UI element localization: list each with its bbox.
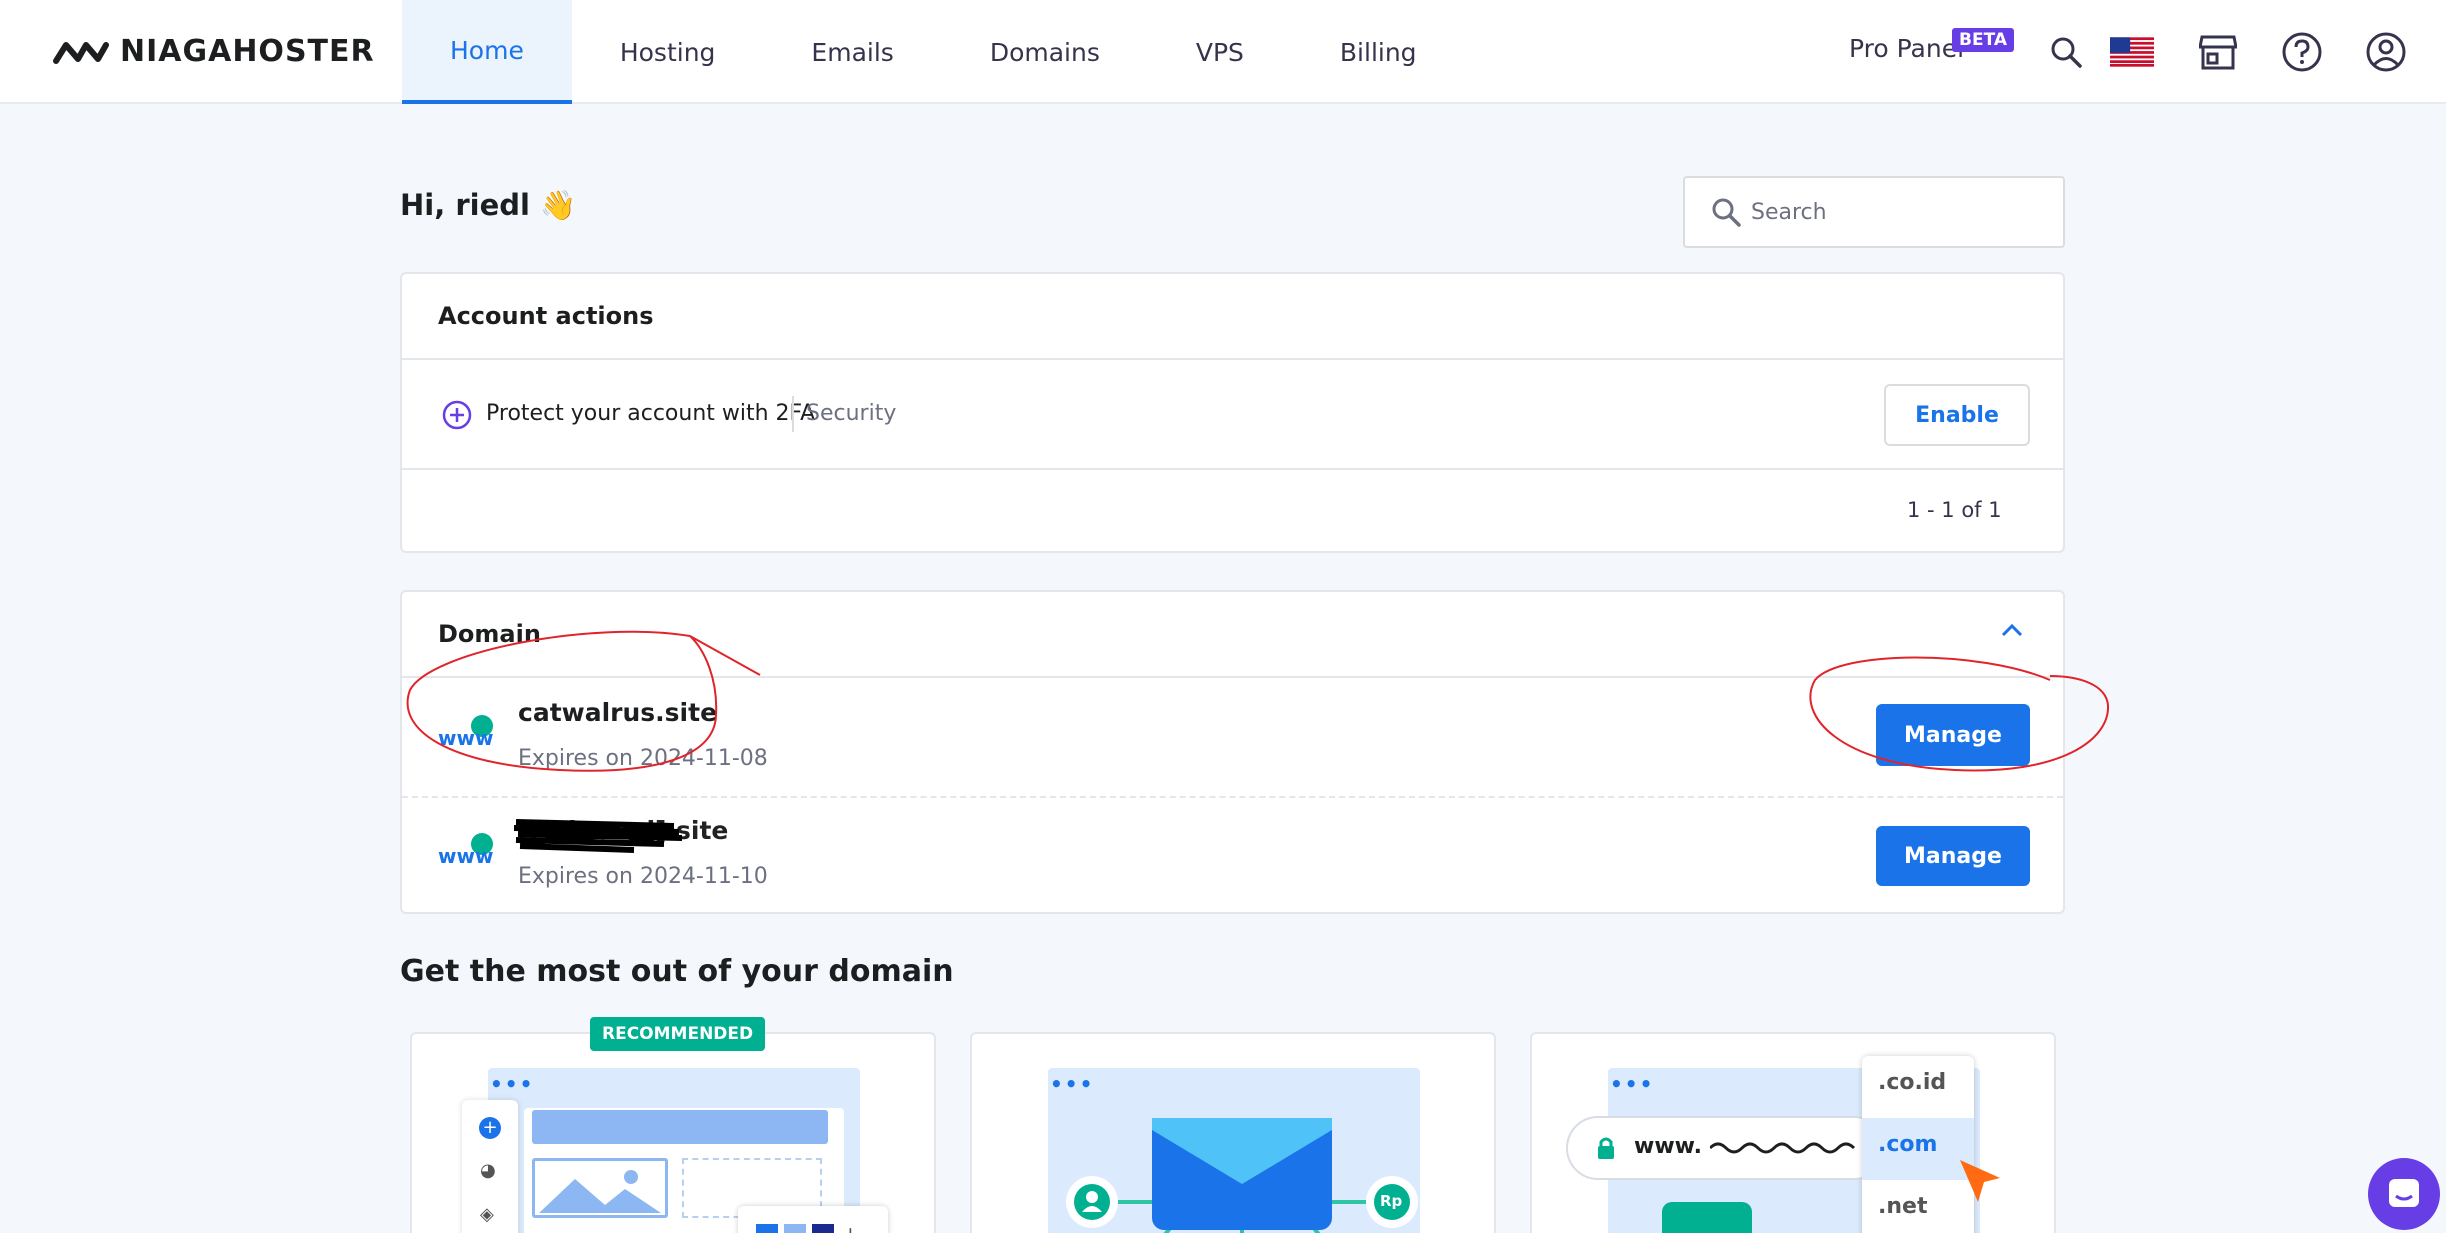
security-tag: Security [806,401,897,426]
tld-dropdown: .co.id .com .net [1862,1056,1974,1233]
tld-option: .co.id [1878,1070,1947,1095]
domain-card: Domain www catwalrus.site Expires on 202… [400,590,2065,914]
www-icon: www [438,830,496,874]
www-icon: www [438,712,496,756]
main-nav: Home Hosting Emails Domains VPS Billing [402,0,1465,104]
divider [402,676,2063,678]
image-icon [532,1158,668,1218]
rp-label: Rp [1380,1192,1403,1210]
svg-text:www: www [438,844,493,868]
search-icon[interactable] [2044,30,2088,74]
chat-button[interactable] [2368,1158,2440,1230]
add-circle-icon [442,400,472,430]
search-placeholder: Search [1751,199,1827,225]
manage-button[interactable]: Manage [1876,826,2030,886]
logo-text: NIAGAHOSTER [120,34,375,69]
color-picker: + [738,1206,888,1233]
chevron-up-icon[interactable] [2000,622,2024,638]
cursor-pointer-icon [1960,1160,2000,1202]
manage-button[interactable]: Manage [1876,704,2030,766]
www-text: www. [1634,1134,1702,1159]
promo-card-tld[interactable]: ••• www. .co.id .com .net [1530,1032,2056,1233]
svg-text:www: www [438,726,493,750]
tld-option: .net [1878,1194,1928,1219]
search-icon [1712,198,1741,227]
twofa-text: Protect your account with 2FA [486,401,816,426]
chat-icon [2389,1179,2419,1207]
help-icon[interactable] [2280,30,2324,74]
shield-icon [1662,1202,1752,1233]
promo-card-email[interactable]: ••• Rp [970,1032,1496,1233]
logo[interactable]: NIAGAHOSTER [52,34,375,69]
nav-domains[interactable]: Domains [942,0,1148,104]
redaction-scribble [514,819,683,853]
email-network-icon [1066,1118,1418,1233]
row-divider [402,796,2063,798]
enable-button[interactable]: Enable [1884,384,2030,446]
divider [402,468,2063,470]
nav-emails[interactable]: Emails [763,0,941,104]
domain-title: Domain [438,620,541,648]
palette-icon: ◕ [480,1160,496,1181]
top-header: NIAGAHOSTER Home Hosting Emails Domains … [0,0,2446,104]
section-title: Get the most out of your domain [400,954,954,989]
tld-option-selected: .com [1878,1132,1938,1157]
add-swatch-icon: + [842,1222,859,1233]
beta-badge: BETA [1952,28,2015,52]
pagination-text: 1 - 1 of 1 [1907,498,2002,522]
logo-icon [53,41,109,64]
search-input[interactable]: Search [1683,176,2065,248]
promo-card-website[interactable]: ••• + ◕ ◈ + [410,1032,936,1233]
swatch [812,1224,834,1233]
dots-icon: ••• [490,1072,535,1096]
domain-expiry: Expires on 2024-11-10 [518,864,768,889]
squiggle [1710,1142,1856,1154]
pro-panel-link[interactable]: Pro Panel [1849,34,1964,63]
domain-name[interactable]: catwalrus.site [518,698,717,727]
account-actions-card: Account actions Protect your account wit… [400,272,2065,553]
swatch [756,1224,778,1233]
store-icon[interactable] [2196,30,2240,74]
plus-icon: + [479,1117,501,1139]
banner-block [532,1110,828,1144]
lock-icon [1598,1137,1614,1159]
nav-billing[interactable]: Billing [1292,0,1465,104]
us-flag-icon[interactable] [2110,30,2154,74]
nav-home[interactable]: Home [402,0,572,104]
swatch [784,1224,806,1233]
layers-icon: ◈ [480,1204,494,1225]
nav-hosting[interactable]: Hosting [572,0,764,104]
greeting: Hi, riedl 👋 [400,188,577,222]
domain-expiry: Expires on 2024-11-08 [518,746,768,771]
account-icon[interactable] [2364,30,2408,74]
account-actions-title: Account actions [438,302,654,330]
nav-vps[interactable]: VPS [1148,0,1292,104]
separator [792,396,794,432]
dots-icon: ••• [1610,1072,1655,1096]
recommended-badge: RECOMMENDED [590,1017,766,1051]
divider [402,358,2063,360]
